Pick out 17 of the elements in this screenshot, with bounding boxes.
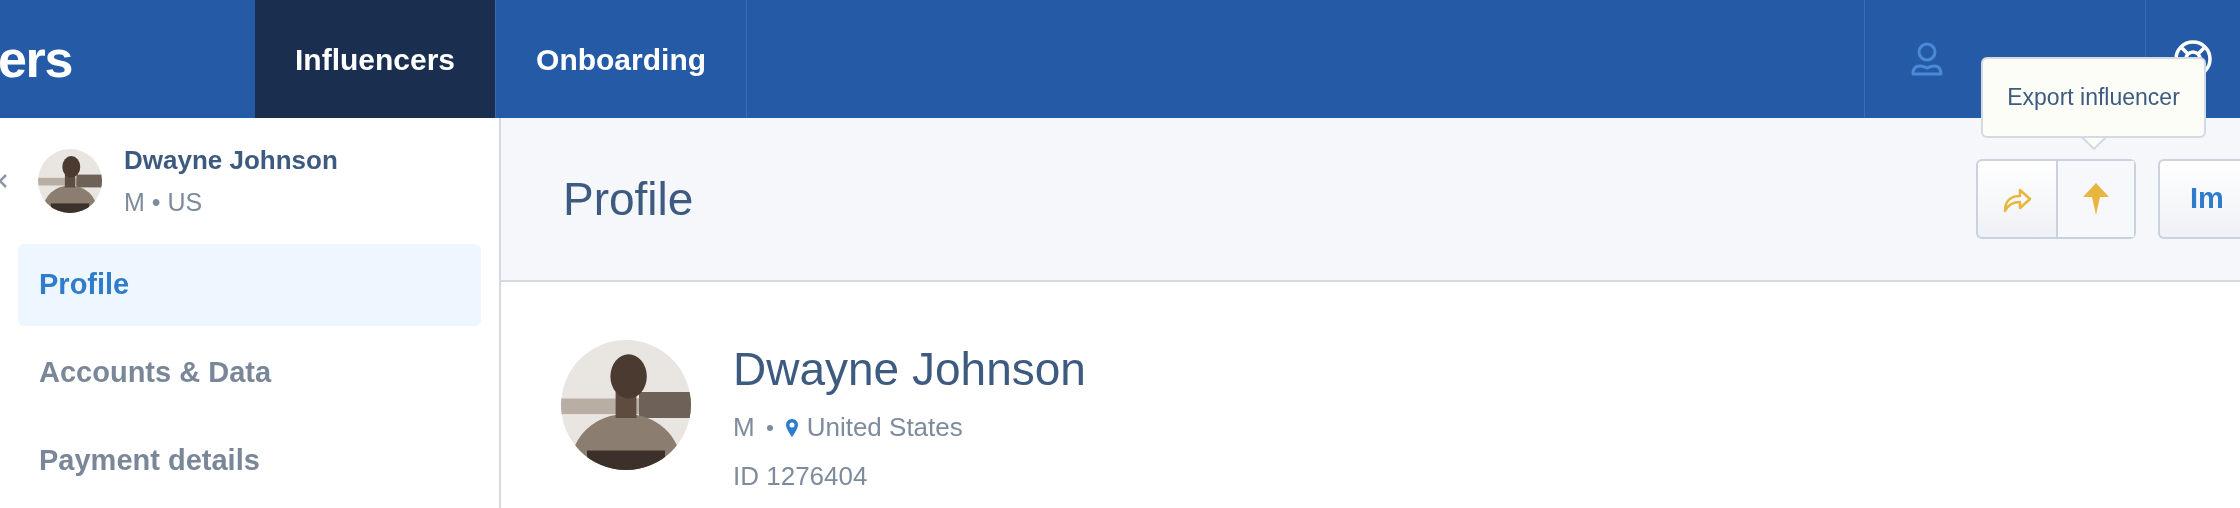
- user-icon: [1911, 42, 1943, 76]
- tooltip: Export influencer: [1981, 57, 2206, 138]
- import-button[interactable]: Im: [2158, 159, 2240, 239]
- influencer-id: ID 1276404: [733, 460, 869, 493]
- location-pin-icon: [784, 417, 799, 438]
- arrow-up-icon: [2082, 182, 2110, 216]
- page-title: Profile: [563, 171, 694, 227]
- sidebar-item[interactable]: Profile: [18, 244, 481, 326]
- location-text: United States: [806, 411, 963, 444]
- gender-text: M: [733, 411, 755, 444]
- action-button[interactable]: [2056, 161, 2134, 237]
- sidebar-item[interactable]: Payment details: [18, 420, 481, 502]
- brand-logo: ers: [0, 29, 73, 90]
- sidebar-item[interactable]: Accounts & Data: [18, 332, 481, 414]
- influencer-name: Dwayne Johnson: [124, 143, 338, 177]
- influencer-meta: M • US: [124, 186, 204, 218]
- nav-tab[interactable]: Influencers: [255, 0, 497, 118]
